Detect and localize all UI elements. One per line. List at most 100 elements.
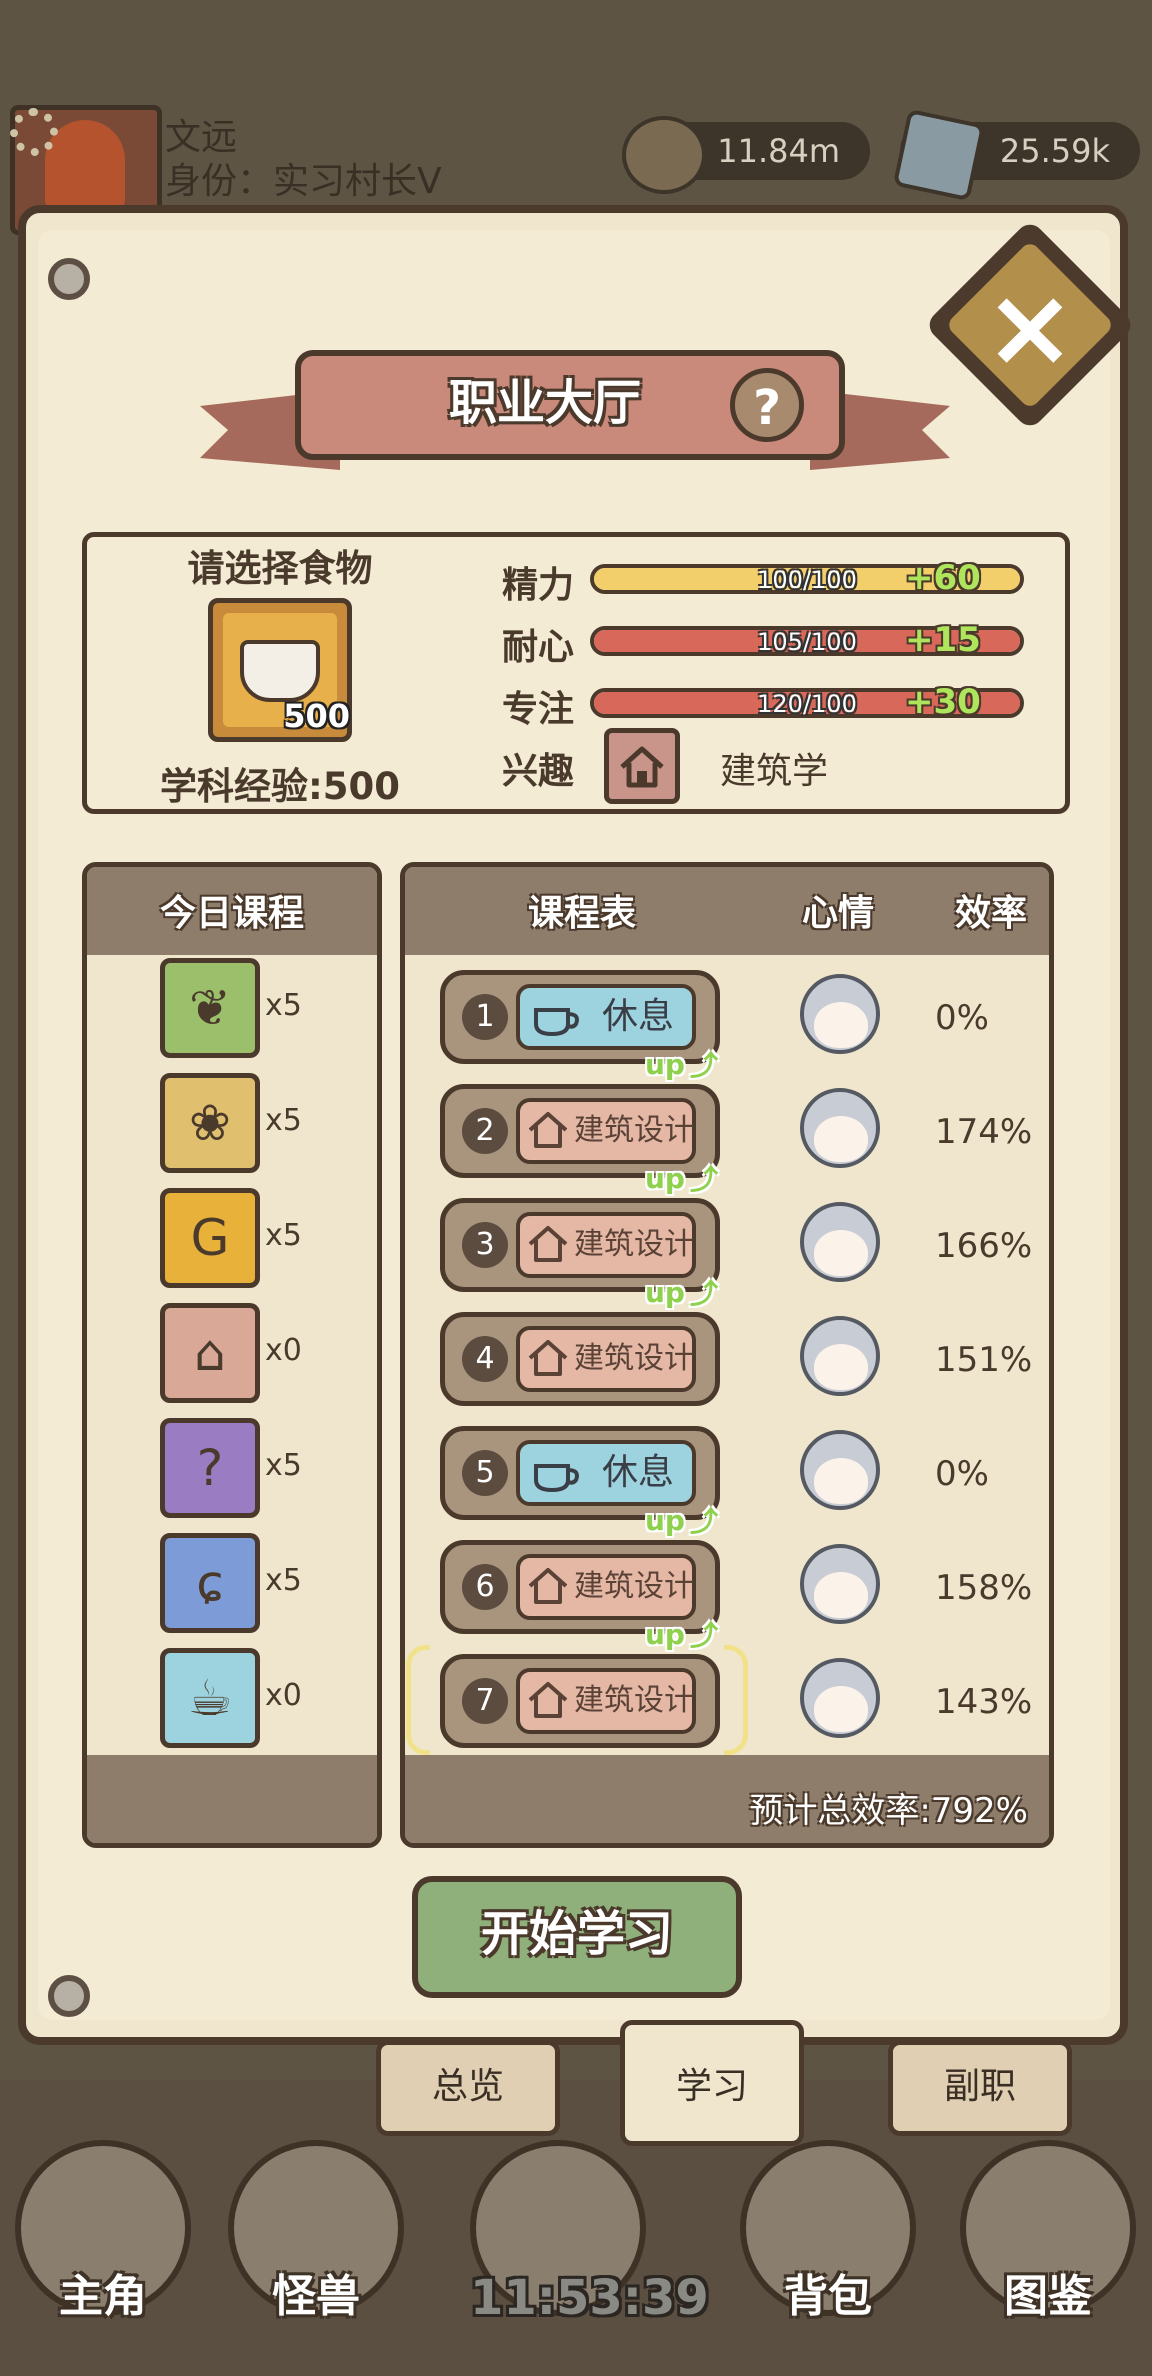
stat-label: 耐心 xyxy=(502,627,575,668)
pin-top xyxy=(48,258,90,300)
slot-number: 4 xyxy=(462,1336,508,1382)
tab-overview[interactable]: 总览 xyxy=(376,2040,560,2136)
slot-number: 2 xyxy=(462,1108,508,1154)
course-count: x0 xyxy=(265,1678,302,1713)
up-arrow-icon: ⤴ xyxy=(690,1049,719,1082)
course-name: 建筑设计 xyxy=(574,1113,694,1148)
stat-label: 专注 xyxy=(502,689,575,730)
up-arrow-icon: ⤴ xyxy=(690,1277,719,1310)
house-icon xyxy=(524,1334,572,1382)
house-icon xyxy=(524,1676,572,1724)
course-name: 建筑设计 xyxy=(574,1683,694,1718)
house-icon[interactable]: ⌂ xyxy=(160,1303,260,1403)
nav-codex-label: 图鉴 xyxy=(1004,2271,1092,2322)
course-count: x0 xyxy=(265,1333,302,1368)
stat-bonus: +30 xyxy=(905,682,981,722)
course-count: x5 xyxy=(265,1218,302,1253)
tab-study[interactable]: 学习 xyxy=(620,2020,804,2146)
mood-header: 心情 xyxy=(802,893,875,934)
stat-bonus: +60 xyxy=(905,558,981,598)
magic-icon[interactable]: ɕ xyxy=(160,1533,260,1633)
course-glyph: ❦ xyxy=(189,979,231,1037)
slot-number: 7 xyxy=(462,1678,508,1724)
subject-exp: 学科经验:500 xyxy=(159,765,401,808)
player-role: 身份：实习村长Ⅴ xyxy=(165,161,442,202)
house-icon xyxy=(524,1562,572,1610)
house-icon xyxy=(524,1220,572,1268)
potion-icon[interactable]: ? xyxy=(160,1418,260,1518)
course-count: x5 xyxy=(265,1448,302,1483)
close-icon[interactable]: × xyxy=(965,262,1095,392)
efficiency-value: 0% xyxy=(935,998,989,1038)
up-badge: up xyxy=(645,1048,685,1081)
course-name: 建筑设计 xyxy=(574,1227,694,1262)
food-count: 500 xyxy=(283,697,350,735)
mood-face-icon xyxy=(800,1202,880,1282)
leaf-icon[interactable]: ❦ xyxy=(160,958,260,1058)
course-glyph: G xyxy=(190,1209,230,1267)
slot-number: 3 xyxy=(462,1222,508,1268)
food-bowl-icon xyxy=(240,640,320,702)
window-title: 职业大厅 xyxy=(448,375,641,431)
start-study-label[interactable]: 开始学习 xyxy=(412,1876,742,1998)
help-icon[interactable]: ? xyxy=(730,368,804,442)
slot-number: 5 xyxy=(462,1450,508,1496)
slot-number: 1 xyxy=(462,994,508,1040)
mood-face-icon xyxy=(800,1430,880,1510)
cup-icon[interactable]: ☕ xyxy=(160,1648,260,1748)
total-efficiency: 预计总效率:792% xyxy=(749,1791,1028,1831)
food-select-label: 请选择食物 xyxy=(187,547,373,590)
stat-label: 精力 xyxy=(502,565,575,606)
stat-bonus: +15 xyxy=(905,620,981,660)
up-badge: up xyxy=(645,1162,685,1195)
up-badge: up xyxy=(645,1618,685,1651)
up-badge: up xyxy=(645,1276,685,1309)
up-arrow-icon: ⤴ xyxy=(690,1505,719,1538)
selected-bracket-left xyxy=(406,1645,430,1755)
up-badge: up xyxy=(645,1504,685,1537)
mood-face-icon xyxy=(800,974,880,1054)
mood-face-icon xyxy=(800,1088,880,1168)
paw-icon[interactable]: ❀ xyxy=(160,1073,260,1173)
course-name: 建筑设计 xyxy=(574,1341,694,1376)
selected-bracket-right xyxy=(724,1645,748,1755)
course-count: x5 xyxy=(265,988,302,1023)
efficiency-header: 效率 xyxy=(955,893,1028,934)
efficiency-value: 143% xyxy=(935,1682,1033,1722)
mood-face-icon xyxy=(800,1658,880,1738)
mood-face-icon xyxy=(800,1316,880,1396)
clock: 11:53:39 xyxy=(470,2270,709,2326)
cup-icon xyxy=(530,998,586,1038)
course-glyph: ? xyxy=(196,1439,224,1497)
efficiency-value: 0% xyxy=(935,1454,989,1494)
efficiency-value: 166% xyxy=(935,1226,1033,1266)
coin-icon xyxy=(622,116,706,194)
course-glyph: ❀ xyxy=(189,1094,231,1152)
course-count: x5 xyxy=(265,1563,302,1598)
gear-icon[interactable] xyxy=(10,108,58,156)
house-icon xyxy=(604,728,680,804)
efficiency-value: 158% xyxy=(935,1568,1033,1608)
course-name: 建筑设计 xyxy=(574,1569,694,1604)
efficiency-value: 151% xyxy=(935,1340,1033,1380)
course-name: 休息 xyxy=(602,1452,675,1493)
schedule-title: 课程表 xyxy=(528,893,637,934)
slot-number: 6 xyxy=(462,1564,508,1610)
course-name: 休息 xyxy=(602,996,675,1037)
up-arrow-icon: ⤴ xyxy=(690,1163,719,1196)
money-bag-icon[interactable]: G xyxy=(160,1188,260,1288)
pin-bottom xyxy=(48,1975,90,2017)
course-count: x5 xyxy=(265,1103,302,1138)
house-icon xyxy=(524,1106,572,1154)
nav-monster-label: 怪兽 xyxy=(272,2271,360,2322)
course-glyph: ☕ xyxy=(187,1669,233,1727)
tab-side-job[interactable]: 副职 xyxy=(888,2040,1072,2136)
nav-bag-label: 背包 xyxy=(784,2271,872,2322)
mood-face-icon xyxy=(800,1544,880,1624)
today-courses-title: 今日课程 xyxy=(159,893,304,934)
course-glyph: ɕ xyxy=(196,1554,224,1612)
interest-label: 兴趣 xyxy=(502,751,575,792)
efficiency-value: 174% xyxy=(935,1112,1033,1152)
interest-value: 建筑学 xyxy=(720,751,829,792)
course-glyph: ⌂ xyxy=(194,1324,226,1382)
